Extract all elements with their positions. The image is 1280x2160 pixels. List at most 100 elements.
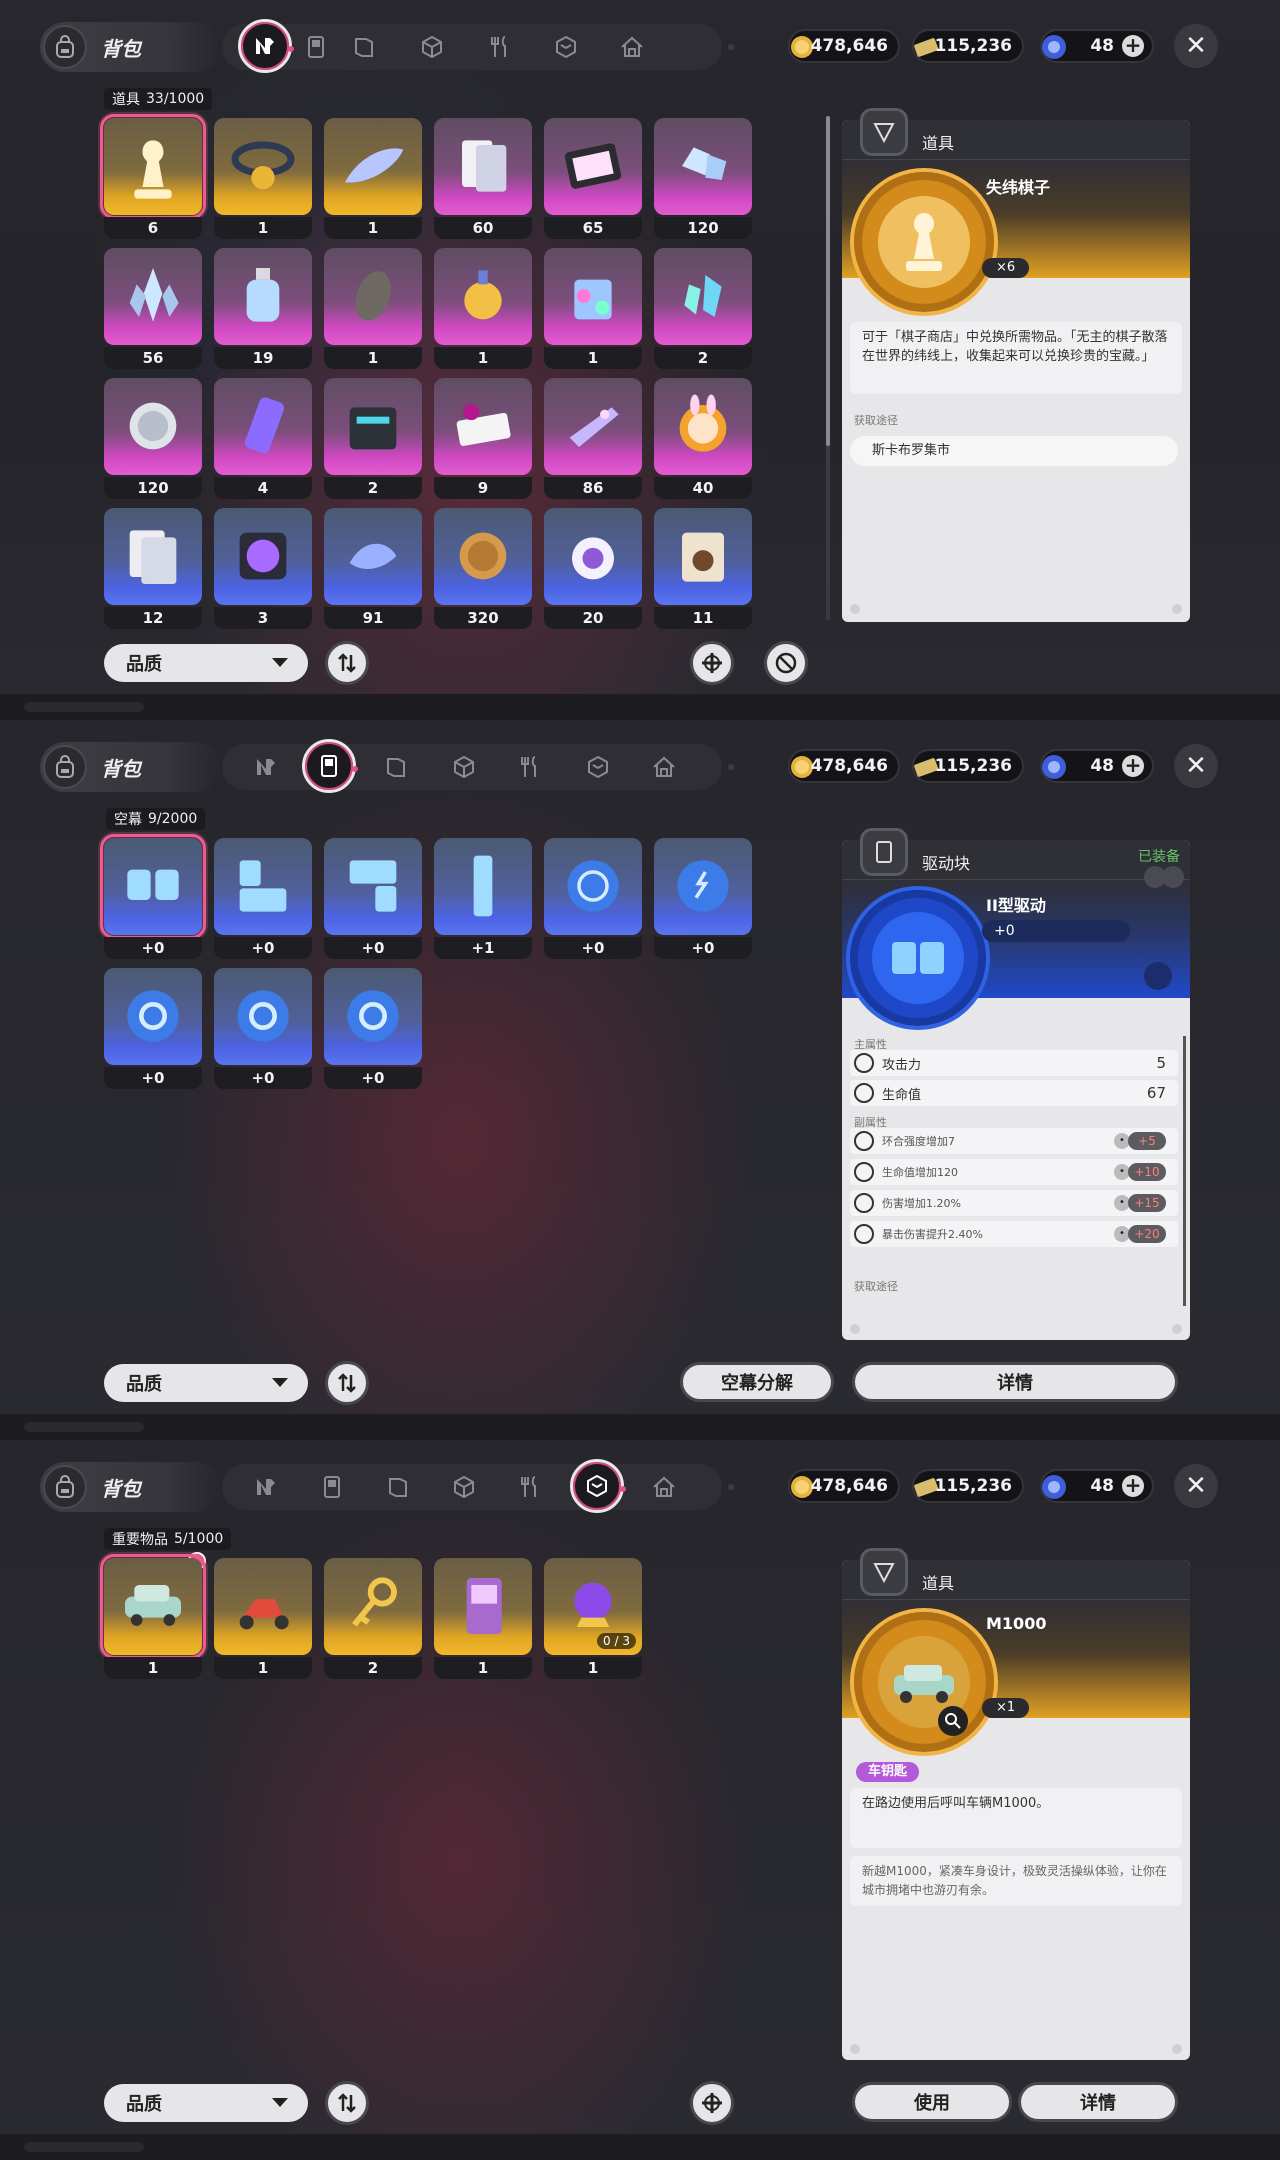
tab-key-items[interactable] xyxy=(570,1459,626,1513)
scrollbar-thumb[interactable] xyxy=(826,116,830,446)
inventory-slot[interactable]: 2 xyxy=(324,1558,422,1682)
item-count: 86 xyxy=(544,477,642,499)
add-crystal-button[interactable]: + xyxy=(1122,35,1144,57)
ring-disc-icon xyxy=(127,990,179,1042)
details-button[interactable]: 详情 xyxy=(852,1362,1178,1402)
inventory-slot[interactable]: 4 xyxy=(214,378,312,502)
inventory-slot[interactable]: 1 xyxy=(324,118,422,242)
tab-furniture[interactable] xyxy=(642,1465,686,1509)
close-button[interactable]: ✕ xyxy=(1174,744,1218,788)
sort-button[interactable] xyxy=(325,1361,369,1405)
attribute-row: 生命值增加120 • +10 xyxy=(850,1159,1178,1185)
inventory-slot[interactable]: 1 xyxy=(214,118,312,242)
inventory-slot[interactable]: +0 xyxy=(324,968,422,1092)
slot-card xyxy=(654,838,752,935)
detail-scrollbar[interactable] xyxy=(1183,1036,1186,1306)
inventory-slot[interactable]: +0 xyxy=(324,838,422,962)
inventory-slot[interactable]: 1 xyxy=(544,248,642,372)
tab-items[interactable] xyxy=(244,1465,288,1509)
sort-button[interactable] xyxy=(325,2081,369,2125)
inventory-slot[interactable]: +0 xyxy=(100,834,206,962)
inventory-panel-items: 背包 478,646 115,236 48 + ✕ 道具 33/1000 6 1 1 60… xyxy=(0,0,1280,720)
inventory-scrollbar[interactable] xyxy=(826,116,830,620)
inventory-slot[interactable]: 56 xyxy=(104,248,202,372)
tab-food[interactable] xyxy=(478,25,522,69)
inventory-slot[interactable]: 12 xyxy=(104,508,202,632)
discard-button[interactable] xyxy=(764,641,808,685)
decompose-button[interactable]: 空幕分解 xyxy=(680,1362,834,1402)
tab-drives[interactable] xyxy=(310,1465,354,1509)
tab-materials[interactable] xyxy=(442,745,486,789)
backpack-header: 背包 xyxy=(40,742,220,792)
tab-books[interactable] xyxy=(374,745,418,789)
slot-card xyxy=(544,248,642,345)
inventory-slot[interactable]: 20 xyxy=(544,508,642,632)
inventory-slot[interactable]: 40 xyxy=(654,378,752,502)
inventory-slot[interactable]: +0 xyxy=(214,838,312,962)
tab-materials[interactable] xyxy=(442,1465,486,1509)
quality-filter-dropdown[interactable]: 品质 xyxy=(104,2084,308,2122)
sort-button[interactable] xyxy=(325,641,369,685)
item-count: +0 xyxy=(544,937,642,959)
tab-food[interactable] xyxy=(508,745,552,789)
tab-items[interactable] xyxy=(238,19,294,73)
item-count: 1 xyxy=(434,347,532,369)
tab-books[interactable] xyxy=(376,1465,420,1509)
close-button[interactable]: ✕ xyxy=(1174,24,1218,68)
caret-down-icon xyxy=(272,658,288,667)
details-button[interactable]: 详情 xyxy=(1018,2082,1178,2122)
close-button[interactable]: ✕ xyxy=(1174,1464,1218,1508)
backpack-icon xyxy=(43,745,87,789)
inventory-slot[interactable]: 1 xyxy=(100,1552,206,1682)
inventory-slot[interactable]: 91 xyxy=(324,508,422,632)
use-button[interactable]: 使用 xyxy=(852,2082,1012,2122)
tab-drives[interactable] xyxy=(294,25,338,69)
add-crystal-button[interactable]: + xyxy=(1122,1475,1144,1497)
inventory-slot[interactable]: +1 xyxy=(434,838,532,962)
category-tabs xyxy=(222,739,722,793)
add-button[interactable] xyxy=(690,641,734,685)
inventory-slot[interactable]: 1 xyxy=(214,1558,312,1682)
inventory-slot[interactable]: 320 xyxy=(434,508,532,632)
inventory-slot[interactable]: 19 xyxy=(214,248,312,372)
quality-filter-dropdown[interactable]: 品质 xyxy=(104,644,308,682)
lock-icon[interactable] xyxy=(1162,866,1184,888)
tab-key-items[interactable] xyxy=(544,25,588,69)
add-crystal-button[interactable]: + xyxy=(1122,755,1144,777)
inventory-slot[interactable]: 3 xyxy=(214,508,312,632)
quality-filter-dropdown[interactable]: 品质 xyxy=(104,1364,308,1402)
tab-furniture[interactable] xyxy=(642,745,686,789)
inventory-slot[interactable]: +0 xyxy=(104,968,202,1092)
tab-key-items[interactable] xyxy=(576,745,620,789)
inventory-slot[interactable]: 2 xyxy=(654,248,752,372)
source-link[interactable]: 斯卡布罗集市 xyxy=(850,436,1178,466)
inventory-slot[interactable]: 2 xyxy=(324,378,422,502)
tab-materials[interactable] xyxy=(410,25,454,69)
inventory-slot[interactable]: 120 xyxy=(104,378,202,502)
tab-items[interactable] xyxy=(244,745,288,789)
tab-books[interactable] xyxy=(342,25,386,69)
handheld-icon xyxy=(321,755,337,777)
tab-drives[interactable] xyxy=(302,739,358,793)
add-button[interactable] xyxy=(690,2081,734,2125)
inventory-slot[interactable]: 6 xyxy=(100,114,206,242)
inventory-slot[interactable]: +0 xyxy=(214,968,312,1092)
category-tabs xyxy=(222,1459,722,1513)
zoom-button[interactable] xyxy=(938,1706,968,1736)
inventory-slot[interactable]: +0 xyxy=(544,838,642,962)
tab-food[interactable] xyxy=(508,1465,552,1509)
inventory-slot[interactable]: 60 xyxy=(434,118,532,242)
inventory-slot[interactable]: 9 xyxy=(434,378,532,502)
inventory-slot[interactable]: 1 xyxy=(434,248,532,372)
inventory-slot[interactable]: 1 xyxy=(434,1558,532,1682)
inventory-slot[interactable]: 120 xyxy=(654,118,752,242)
attribute-row: 生命值 67 xyxy=(850,1080,1178,1106)
inventory-slot[interactable]: 65 xyxy=(544,118,642,242)
inventory-slot[interactable]: 86 xyxy=(544,378,642,502)
cube-shield-icon xyxy=(588,755,608,779)
inventory-slot[interactable]: +0 xyxy=(654,838,752,962)
tab-furniture[interactable] xyxy=(610,25,654,69)
inventory-slot[interactable]: 0 / 3 1 xyxy=(544,1558,642,1682)
inventory-slot[interactable]: 11 xyxy=(654,508,752,632)
inventory-slot[interactable]: 1 xyxy=(324,248,422,372)
